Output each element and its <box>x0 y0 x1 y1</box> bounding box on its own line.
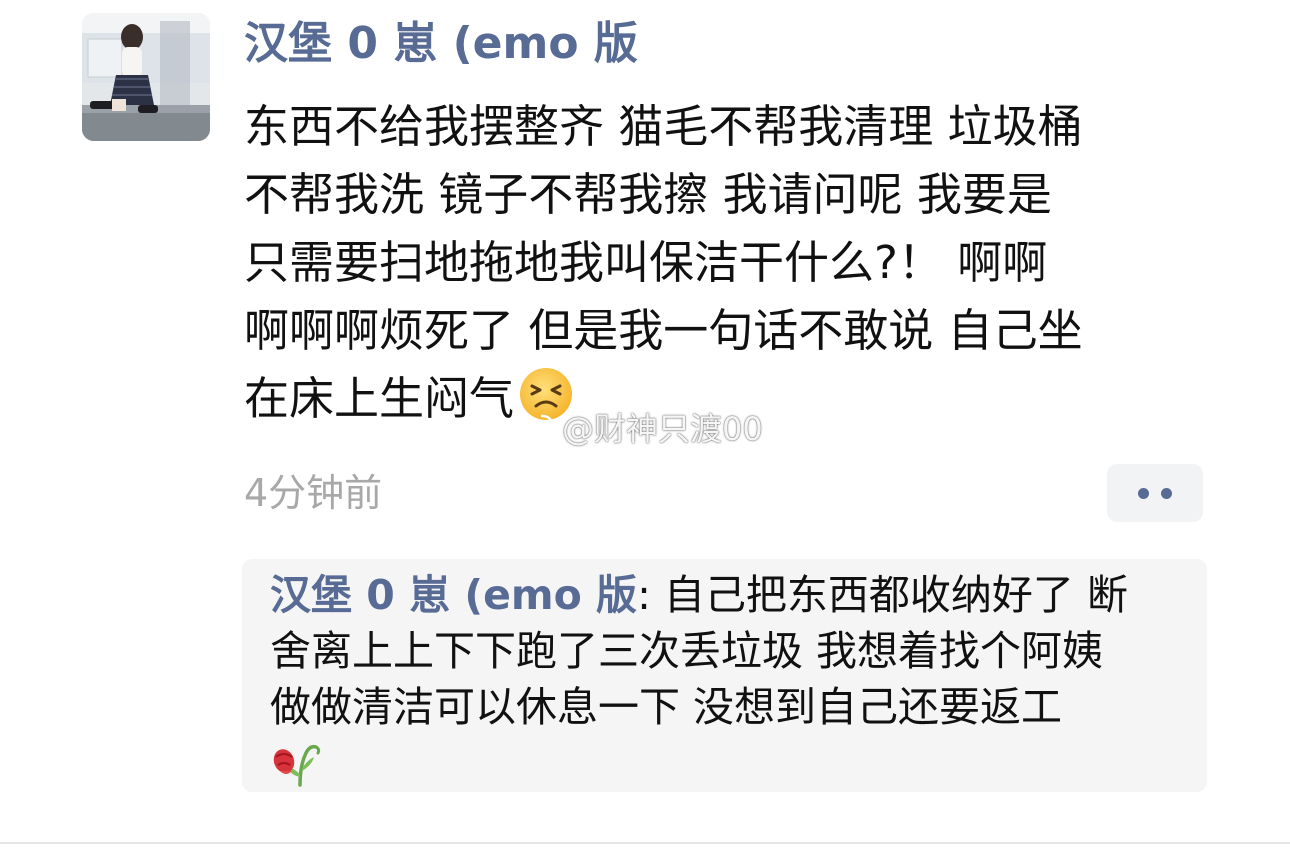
post-content-line: 不帮我洗 镜子不帮我擦 我请问呢 我要是 <box>244 168 1052 221</box>
comment-separator: : <box>637 571 664 619</box>
post-content: 东西不给我摆整齐 猫毛不帮我清理 垃圾桶 不帮我洗 镜子不帮我擦 我请问呢 我要… <box>244 93 1219 433</box>
avatar[interactable] <box>82 13 210 141</box>
moment-post: 汉堡 0 崽 (emo 版 东西不给我摆整齐 猫毛不帮我清理 垃圾桶 不帮我洗 … <box>0 0 1290 847</box>
comment-line <box>270 735 1200 793</box>
wilted-flower-icon <box>273 744 321 787</box>
comment[interactable]: 汉堡 0 崽 (emo 版: 自己把东西都收纳好了 断 舍离上上下下跑了三次丢垃… <box>270 567 1200 793</box>
comment-line: 舍离上上下下跑了三次丢垃圾 我想着找个阿姨 <box>270 627 1104 675</box>
weibo-watermark: @财神只渡00 <box>512 404 763 450</box>
username[interactable]: 汉堡 0 崽 (emo 版 <box>244 14 638 74</box>
post-content-line: 东西不给我摆整齐 猫毛不帮我清理 垃圾桶 <box>244 100 1083 153</box>
dot-icon <box>1138 487 1149 499</box>
weibo-logo-icon <box>512 414 554 444</box>
comment-author[interactable]: 汉堡 0 崽 (emo 版 <box>270 571 637 619</box>
comment-section: 汉堡 0 崽 (emo 版: 自己把东西都收纳好了 断 舍离上上下下跑了三次丢垃… <box>242 559 1207 792</box>
comment-line: 汉堡 0 崽 (emo 版: 自己把东西都收纳好了 断 <box>270 567 1200 623</box>
watermark-text: @财神只渡00 <box>562 410 763 448</box>
comment-line: 做做清洁可以休息一下 没想到自己还要返工 <box>270 683 1063 731</box>
post-content-line: 只需要扫地拖地我叫保洁干什么?！ 啊啊 <box>244 236 1048 289</box>
more-actions-button[interactable] <box>1107 464 1203 522</box>
comment-text: 自己把东西都收纳好了 断 <box>663 571 1128 619</box>
dot-icon <box>1161 487 1172 499</box>
post-timestamp: 4分钟前 <box>244 471 383 515</box>
divider <box>0 842 1290 844</box>
post-content-line: 啊啊啊烦死了 但是我一句话不敢说 自己坐 <box>244 304 1083 357</box>
post-content-line-text: 在床上生闷气 <box>244 372 515 425</box>
avatar-photo <box>82 13 210 141</box>
